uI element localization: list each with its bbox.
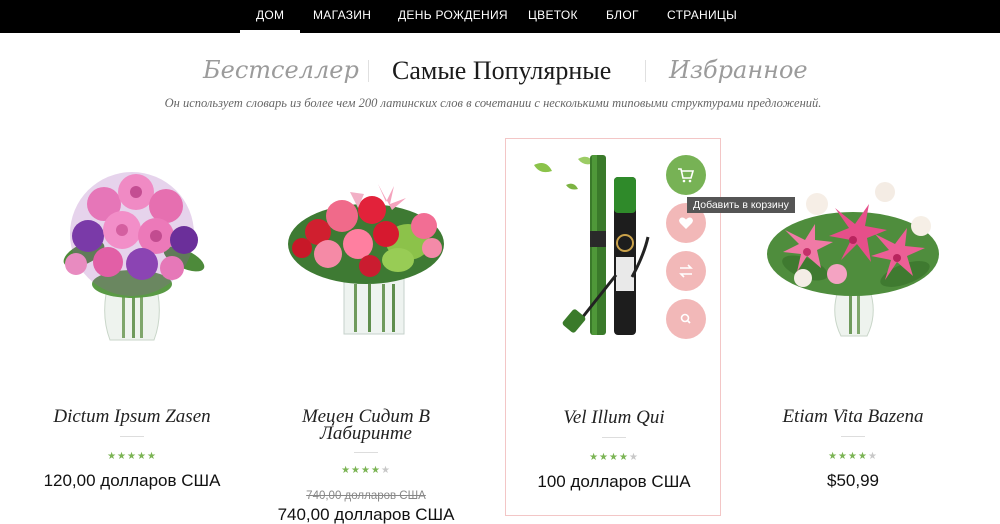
- rating-stars: ★★★★★: [828, 451, 878, 462]
- nav-item-pages[interactable]: Страницы: [667, 0, 737, 33]
- quick-view-button[interactable]: [666, 299, 706, 339]
- top-navigation: Дом Магазин День рождения Цветок Блог Ст…: [0, 0, 1000, 33]
- tab-favorites[interactable]: Избранное: [669, 56, 808, 84]
- old-price: 740,00 долларов США: [306, 490, 426, 502]
- nav-item-flower[interactable]: Цветок: [528, 0, 578, 33]
- product-image-roses-vase[interactable]: [258, 144, 474, 344]
- rating-stars: ★★★★★: [341, 465, 391, 476]
- product-card-hovered: Добавить в корзину Vel Illum Qui ★★★★★ 1…: [505, 138, 795, 516]
- tab-most-popular[interactable]: Самые Популярные: [392, 56, 611, 86]
- cart-icon: [678, 168, 695, 183]
- product-card: Etiam Vita Bazena ★★★★★ $50,99: [745, 138, 961, 516]
- tab-separator: [645, 60, 646, 82]
- product-image-lily-bouquet[interactable]: [745, 144, 961, 344]
- compare-icon: [679, 264, 693, 278]
- add-to-cart-button[interactable]: [666, 155, 706, 195]
- product-image-pink-purple-bouquet[interactable]: [24, 144, 240, 344]
- product-price: $50,99: [827, 471, 879, 490]
- name-divider: [120, 436, 144, 437]
- compare-button[interactable]: [666, 251, 706, 291]
- product-price: 120,00 долларов США: [43, 471, 221, 490]
- tab-separator: [368, 60, 369, 82]
- product-name[interactable]: Etiam Vita Bazena: [745, 407, 961, 426]
- product-name[interactable]: Dictum Ipsum Zasen: [24, 407, 240, 426]
- rating-stars: ★★★★★: [589, 452, 639, 463]
- tab-bestseller[interactable]: Бестселлер: [203, 56, 359, 84]
- heart-icon: [679, 217, 693, 229]
- search-icon: [680, 313, 691, 324]
- nav-item-shop[interactable]: Магазин: [313, 0, 371, 33]
- nav-item-home[interactable]: Дом: [239, 0, 301, 33]
- section-subtitle: Он использует словарь из более чем 200 л…: [164, 96, 822, 110]
- product-price: 740,00 долларов США: [277, 505, 455, 524]
- product-name[interactable]: Vel Illum Qui: [506, 408, 722, 427]
- product-card: Dictum Ipsum Zasen ★★★★★ 120,00 долларов…: [24, 138, 240, 516]
- name-divider: [602, 437, 626, 438]
- product-price: 100 долларов США: [537, 472, 691, 491]
- rating-stars: ★★★★★: [107, 451, 157, 462]
- nav-item-birthday[interactable]: День рождения: [398, 0, 508, 33]
- name-divider: [354, 452, 378, 453]
- product-name[interactable]: Мецен Сидит В Лабиринте: [258, 407, 474, 443]
- nav-item-blog[interactable]: Блог: [606, 0, 639, 33]
- name-divider: [841, 436, 865, 437]
- product-card: Мецен Сидит В Лабиринте ★★★★★ 740,00 дол…: [258, 138, 474, 524]
